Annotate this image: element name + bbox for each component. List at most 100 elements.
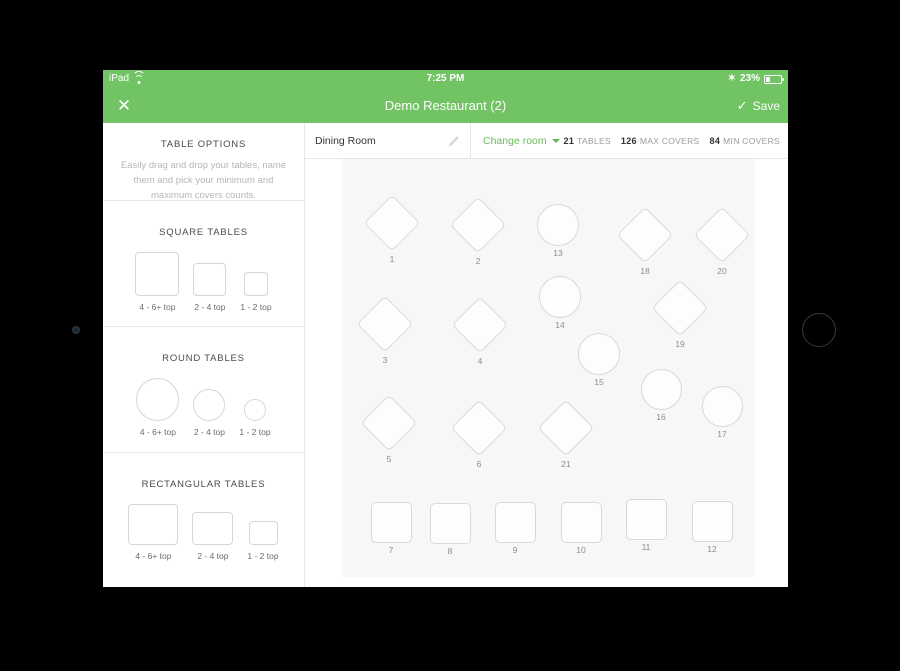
save-button[interactable]: ✓ Save [737,88,780,123]
sidebar: TABLE OPTIONS Easily drag and drop your … [103,123,305,587]
table-shape-diamond [693,206,751,264]
floorplan-table[interactable]: 18 [616,206,674,276]
circle-shape-large [136,378,180,421]
floorplan-table[interactable]: 4 [451,296,509,366]
table-shape-diamond [363,194,421,252]
round-table-option-2-4[interactable]: 2 - 4 top [193,389,226,437]
floorplan-table[interactable]: 12 [691,500,733,554]
table-shape-diamond [651,279,709,337]
square-shape-medium [193,263,227,296]
rectangular-table-option-2-4[interactable]: 2 - 4 top [192,512,234,561]
rectangular-tables-title: RECTANGULAR TABLES [141,479,266,490]
table-shape-diamond [537,399,595,457]
table-number-label: 11 [641,541,651,552]
rect-shape-large [128,504,179,545]
table-shape-square [691,500,733,542]
stat-tables-label: TABLES [577,135,611,146]
check-icon: ✓ [736,97,748,113]
table-number-label: 13 [553,248,563,258]
stat-min-covers-value: 84 [709,135,721,146]
table-shape-circle [640,368,682,410]
square-table-option-2-4[interactable]: 2 - 4 top [193,263,227,312]
floorplan-table[interactable]: 20 [693,206,751,276]
floorplan-table[interactable]: 8 [429,502,471,556]
floorplan-table[interactable]: 15 [578,333,620,387]
change-room-button[interactable]: Change room [483,123,560,158]
floorplan-scroll-area[interactable]: 1 2 13 18 20 3 4 14 15 19 16 17 5 6 21 7 8 9 10 11 12 [305,159,788,587]
floorplan-table[interactable]: 6 [450,399,508,469]
floorplan-table[interactable]: 14 [539,276,581,330]
table-number-label: 20 [717,265,727,276]
table-shape-diamond [356,295,414,353]
floorplan-canvas[interactable]: 1 2 13 18 20 3 4 14 15 19 16 17 5 6 21 7 8 9 10 11 12 [342,159,755,577]
floorplan-table[interactable]: 21 [537,399,595,469]
floorplan-table[interactable]: 3 [356,295,414,365]
table-number-label: 18 [640,265,650,276]
stat-tables: 21 TABLES [564,136,611,146]
stat-max-covers-label: MAX COVERS [639,135,700,146]
floorplan-table[interactable]: 10 [560,501,602,555]
floorplan-table[interactable]: 13 [537,204,579,258]
square-option-label-medium: 2 - 4 top [194,302,226,312]
rect-shape-small [248,521,278,545]
round-table-option-4-6[interactable]: 4 - 6+ top [136,378,180,437]
stat-max-covers: 126 MAX COVERS [621,136,700,146]
status-bar-clock: 7:25 PM [426,73,465,84]
sidebar-section-square-tables: SQUARE TABLES 4 - 6+ top 2 - 4 top 1 - 2… [103,201,304,327]
stat-tables-value: 21 [563,135,575,146]
square-table-option-1-2[interactable]: 1 - 2 top [240,272,272,312]
table-number-label: 16 [656,411,666,422]
table-shape-diamond [451,296,509,354]
pencil-icon[interactable] [448,134,461,147]
floorplan-table[interactable]: 19 [651,279,709,349]
table-shape-square [429,502,471,544]
table-shape-diamond [450,399,508,457]
floorplan-table[interactable]: 11 [625,498,667,552]
table-number-label: 19 [675,338,685,349]
floorplan-table[interactable]: 7 [370,501,412,555]
table-number-label: 7 [388,544,394,555]
rectangular-table-option-1-2[interactable]: 1 - 2 top [247,521,279,561]
table-shape-diamond [616,206,674,264]
square-shape-large [135,252,180,296]
home-button[interactable] [802,313,836,347]
rect-option-label-medium: 2 - 4 top [197,551,229,561]
device-bezel: iPad 7:25 PM ✶ 23% ✕ Demo Restaurant (2)… [0,0,900,671]
room-name-label: Dining Room [315,134,376,147]
square-tables-row: 4 - 6+ top 2 - 4 top 1 - 2 top [103,252,304,312]
table-shape-square [494,501,536,543]
table-number-label: 1 [389,253,395,264]
floorplan-toolbar: Dining Room Change room 21 TABLES 126 MA… [305,123,788,159]
round-table-option-1-2[interactable]: 1 - 2 top [239,399,271,437]
floorplan-table[interactable]: 1 [363,194,421,264]
floorplan-stats: 21 TABLES 126 MAX COVERS 84 MIN COVERS [564,123,780,158]
floorplan-table[interactable]: 9 [494,501,536,555]
table-shape-square [625,498,667,540]
change-room-label: Change room [483,134,547,147]
square-tables-title: SQUARE TABLES [159,227,248,238]
round-tables-title: ROUND TABLES [162,353,245,364]
room-name-group[interactable]: Dining Room [305,123,471,158]
table-number-label: 3 [382,354,388,365]
main-panel: Dining Room Change room 21 TABLES 126 MA… [305,123,788,587]
table-number-label: 21 [561,458,571,469]
table-number-label: 15 [594,377,604,387]
sidebar-section-rectangular-tables: RECTANGULAR TABLES 4 - 6+ top 2 - 4 top [103,453,304,587]
title-bar: ✕ Demo Restaurant (2) ✓ Save [103,88,788,123]
save-button-label: Save [752,98,780,113]
rectangular-table-option-4-6[interactable]: 4 - 6+ top [128,504,179,561]
floorplan-table[interactable]: 16 [640,368,682,422]
floorplan-table[interactable]: 5 [360,394,418,464]
square-option-label-small: 1 - 2 top [240,302,272,312]
table-number-label: 5 [386,453,392,464]
rect-option-label-small: 1 - 2 top [247,551,279,561]
floorplan-table[interactable]: 2 [449,196,507,266]
square-table-option-4-6[interactable]: 4 - 6+ top [135,252,180,312]
bluetooth-icon: ✶ [727,73,736,84]
table-number-label: 17 [717,428,727,439]
table-number-label: 2 [475,255,481,266]
table-shape-circle [539,276,581,318]
table-number-label: 8 [447,545,453,556]
floorplan-table[interactable]: 17 [701,385,743,439]
table-number-label: 14 [555,320,565,330]
